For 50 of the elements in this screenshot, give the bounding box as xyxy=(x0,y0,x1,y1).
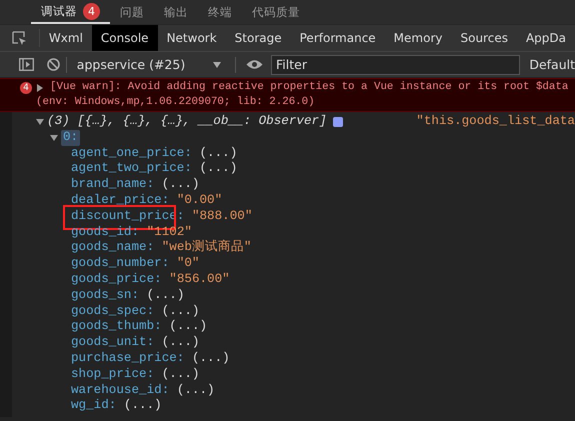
info-icon xyxy=(332,116,343,127)
eye-icon[interactable] xyxy=(246,59,264,70)
panel-tab[interactable]: 代码质量 xyxy=(242,0,310,24)
devtools-tab[interactable]: Network xyxy=(158,25,226,51)
property-entry: brand_name: (...) xyxy=(71,177,200,193)
devtools-tab[interactable]: Sources xyxy=(451,25,517,51)
array-summary: (3) [{…}, {…}, {…}, __ob__: Observer] xyxy=(47,114,327,130)
devtools-tab[interactable]: AppDa xyxy=(516,25,575,51)
inspect-element-icon[interactable] xyxy=(12,30,27,46)
tab-label: 终端 xyxy=(208,4,232,20)
devtools-tab[interactable]: Performance xyxy=(290,25,385,51)
property-entry: goods_sn: (...) xyxy=(71,288,184,304)
filter-field[interactable]: Filter xyxy=(271,54,520,74)
property-entry: shop_price: (...) xyxy=(71,366,200,383)
caret-icon xyxy=(213,62,222,68)
property-entry: goods_number: "0" xyxy=(71,256,200,272)
tab-label: 代码质量 xyxy=(252,4,300,20)
warning-message: (env: Windows,mp,1.06.2209070; lib: 2.26.0) xyxy=(36,95,316,110)
tab-label: 输出 xyxy=(164,4,188,20)
property-entry: goods_unit: (...) xyxy=(71,335,200,351)
tab-label: 调试器 xyxy=(41,4,77,18)
property-entry: purchase_price: (...) xyxy=(71,350,230,367)
panel-tab[interactable]: 问题 xyxy=(110,0,154,24)
devtools-tab[interactable]: Wxml xyxy=(40,25,92,51)
property-entry: goods_price: "856.00" xyxy=(71,272,230,288)
property-entry: goods_name: "web测试商品" xyxy=(71,240,252,256)
expanded-triangle-icon[interactable] xyxy=(50,134,58,142)
warning-count-badge: 4 xyxy=(20,82,32,94)
property-entry: wg_id: (...) xyxy=(71,398,162,414)
context-select[interactable]: appservice (#25) xyxy=(72,57,230,72)
property-entry: goods_thumb: (...) xyxy=(71,319,208,336)
property-entry: dealer_price: "0.00" xyxy=(71,192,222,209)
property-entry: goods_spec: (...) xyxy=(71,304,200,320)
panel-tab[interactable]: 终端 xyxy=(198,0,242,24)
devtools-tab[interactable]: Storage xyxy=(226,25,291,51)
log-levels-select[interactable]: Default xyxy=(529,57,575,72)
devtools-tab[interactable]: Memory xyxy=(384,25,452,51)
property-entry: warehouse_id: (...) xyxy=(71,382,215,398)
warning-message: [Vue warn]: Avoid adding reactive properties to a Vue instance or its root $data xyxy=(50,80,568,95)
property-entry: agent_one_price: (...) xyxy=(71,146,238,162)
tab-label: 问题 xyxy=(120,4,144,20)
property-entry: agent_two_price: (...) xyxy=(71,161,238,178)
panel-tab[interactable]: 输出 xyxy=(154,0,198,24)
log-source-text: "this.goods_list_data xyxy=(415,114,575,130)
error-count-badge: 4 xyxy=(83,2,100,20)
expanded-triangle-icon[interactable] xyxy=(36,118,44,126)
clear-console-icon[interactable] xyxy=(47,58,60,71)
devtools-tab[interactable]: Console xyxy=(92,25,158,51)
collapsed-triangle-icon[interactable] xyxy=(36,84,44,92)
sidebar-toggle-icon[interactable] xyxy=(19,58,34,71)
